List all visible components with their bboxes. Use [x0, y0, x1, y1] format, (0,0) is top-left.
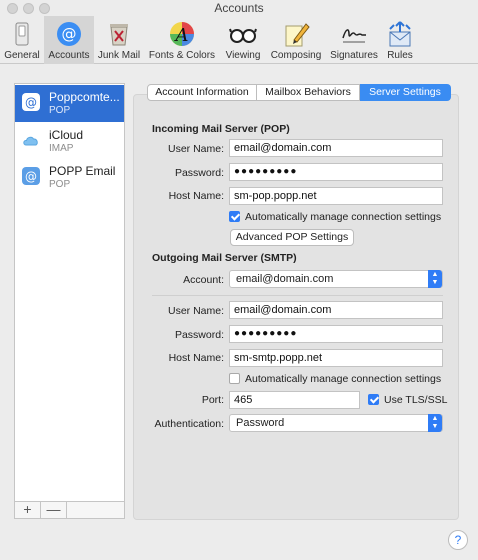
- account-name: POPP Email: [49, 164, 116, 178]
- svg-text:@: @: [62, 25, 77, 43]
- general-switch-icon: [15, 22, 29, 46]
- minimize-window-button[interactable]: [23, 3, 34, 14]
- add-account-button[interactable]: +: [15, 502, 41, 518]
- window-title: Accounts: [214, 1, 264, 15]
- toolbar-label: Fonts & Colors: [148, 50, 216, 61]
- account-type: IMAP: [49, 143, 74, 154]
- cloud-icon: [23, 136, 38, 146]
- close-window-button[interactable]: [7, 3, 18, 14]
- toolbar-label: General: [4, 50, 40, 61]
- authentication-label: Authentication:: [154, 418, 224, 430]
- title-bar: Accounts: [0, 0, 478, 16]
- account-item-icloud[interactable]: iCloud IMAP: [15, 123, 124, 160]
- font-palette-icon: A: [170, 22, 194, 46]
- rules-envelope-icon: [389, 21, 411, 47]
- toolbar-composing[interactable]: Composing: [266, 16, 326, 64]
- at-sign-icon: @: [22, 93, 40, 111]
- at-sign-icon: @: [22, 167, 40, 185]
- account-list-controls: + —: [14, 501, 125, 519]
- account-name: iCloud: [49, 128, 84, 142]
- account-item-popp-email[interactable]: @ POPP Email POP: [15, 159, 124, 196]
- signature-icon: [342, 29, 366, 43]
- toolbar-label: Composing: [270, 50, 322, 61]
- toolbar-rules[interactable]: Rules: [382, 16, 418, 64]
- svg-text:A: A: [174, 25, 189, 46]
- use-tls-ssl-checkbox[interactable]: Use TLS/SSL: [368, 394, 447, 406]
- account-name: Poppcomte...: [49, 90, 120, 104]
- port-label: Port:: [201, 394, 224, 406]
- svg-text:@: @: [25, 170, 37, 184]
- incoming-password-label: Password:: [174, 167, 224, 179]
- checkbox-label: Automatically manage connection settings: [245, 211, 442, 223]
- toolbar-label: Rules: [387, 50, 413, 61]
- trash-bin-icon: [110, 24, 128, 46]
- checkbox-label: Use TLS/SSL: [384, 394, 448, 406]
- account-list: @ Poppcomte... POP iCloud IMAP @ POPP Em…: [14, 83, 125, 519]
- outgoing-auto-manage-checkbox[interactable]: Automatically manage connection settings: [229, 373, 441, 385]
- select-value: Password: [236, 417, 285, 429]
- advanced-pop-settings-button[interactable]: Advanced POP Settings: [230, 229, 354, 246]
- incoming-password-field[interactable]: ●●●●●●●●●: [229, 163, 443, 181]
- outgoing-username-field[interactable]: email@domain.com: [229, 301, 443, 319]
- outgoing-account-label: Account:: [183, 274, 224, 286]
- select-value: email@domain.com: [236, 273, 334, 285]
- account-type: POP: [49, 105, 71, 116]
- outgoing-account-select[interactable]: email@domain.com ▲ ▼: [229, 270, 443, 288]
- outgoing-password-field[interactable]: ●●●●●●●●●: [229, 325, 443, 343]
- outgoing-password-label: Password:: [174, 329, 224, 341]
- account-type: POP: [49, 179, 71, 190]
- zoom-window-button[interactable]: [39, 3, 50, 14]
- authentication-select[interactable]: Password ▲ ▼: [229, 414, 443, 432]
- toolbar-junk-mail[interactable]: Junk Mail: [94, 16, 144, 64]
- preferences-toolbar: General @ Accounts Junk Mail A Fonts & C…: [0, 16, 478, 64]
- toolbar-general[interactable]: General: [0, 16, 44, 64]
- port-field[interactable]: 465: [229, 391, 360, 409]
- help-button[interactable]: ?: [448, 530, 468, 550]
- tab-mailbox-behaviors[interactable]: Mailbox Behaviors: [257, 84, 360, 101]
- toolbar-accounts[interactable]: @ Accounts: [44, 16, 94, 64]
- remove-account-button[interactable]: —: [41, 502, 67, 518]
- chevron-updown-icon: ▲ ▼: [428, 270, 442, 288]
- pencil-note-icon: [285, 23, 310, 47]
- toolbar-label: Accounts: [48, 50, 90, 61]
- toolbar-signatures[interactable]: Signatures: [326, 16, 382, 64]
- at-sign-icon: @: [57, 22, 81, 46]
- settings-tabs: Account Information Mailbox Behaviors Se…: [147, 84, 451, 101]
- outgoing-host-label: Host Name:: [168, 352, 224, 364]
- tab-server-settings[interactable]: Server Settings: [360, 84, 451, 101]
- tab-account-information[interactable]: Account Information: [147, 84, 257, 101]
- svg-text:@: @: [25, 96, 37, 110]
- incoming-section-title: Incoming Mail Server (POP): [152, 123, 290, 135]
- toolbar-label: Junk Mail: [97, 50, 141, 61]
- checkbox-unchecked[interactable]: [229, 373, 240, 384]
- checkbox-checked[interactable]: [229, 211, 240, 222]
- toolbar-fonts-colors[interactable]: A Fonts & Colors: [144, 16, 220, 64]
- outgoing-host-field[interactable]: sm-smtp.popp.net: [229, 349, 443, 367]
- account-item-poppcomte[interactable]: @ Poppcomte... POP: [15, 85, 124, 122]
- incoming-host-label: Host Name:: [168, 190, 224, 202]
- glasses-icon: [229, 28, 257, 43]
- toolbar-label: Signatures: [330, 50, 378, 61]
- checkbox-label: Automatically manage connection settings: [245, 373, 442, 385]
- toolbar-viewing[interactable]: Viewing: [220, 16, 266, 64]
- toolbar-label: Viewing: [225, 50, 261, 61]
- outgoing-section-title: Outgoing Mail Server (SMTP): [152, 252, 297, 264]
- incoming-host-field[interactable]: sm-pop.popp.net: [229, 187, 443, 205]
- incoming-username-field[interactable]: email@domain.com: [229, 139, 443, 157]
- incoming-username-label: User Name:: [167, 143, 224, 155]
- checkbox-checked[interactable]: [368, 394, 379, 405]
- outgoing-username-label: User Name:: [167, 305, 224, 317]
- section-divider: [152, 295, 443, 296]
- incoming-auto-manage-checkbox[interactable]: Automatically manage connection settings: [229, 211, 441, 223]
- chevron-updown-icon: ▲ ▼: [428, 414, 442, 432]
